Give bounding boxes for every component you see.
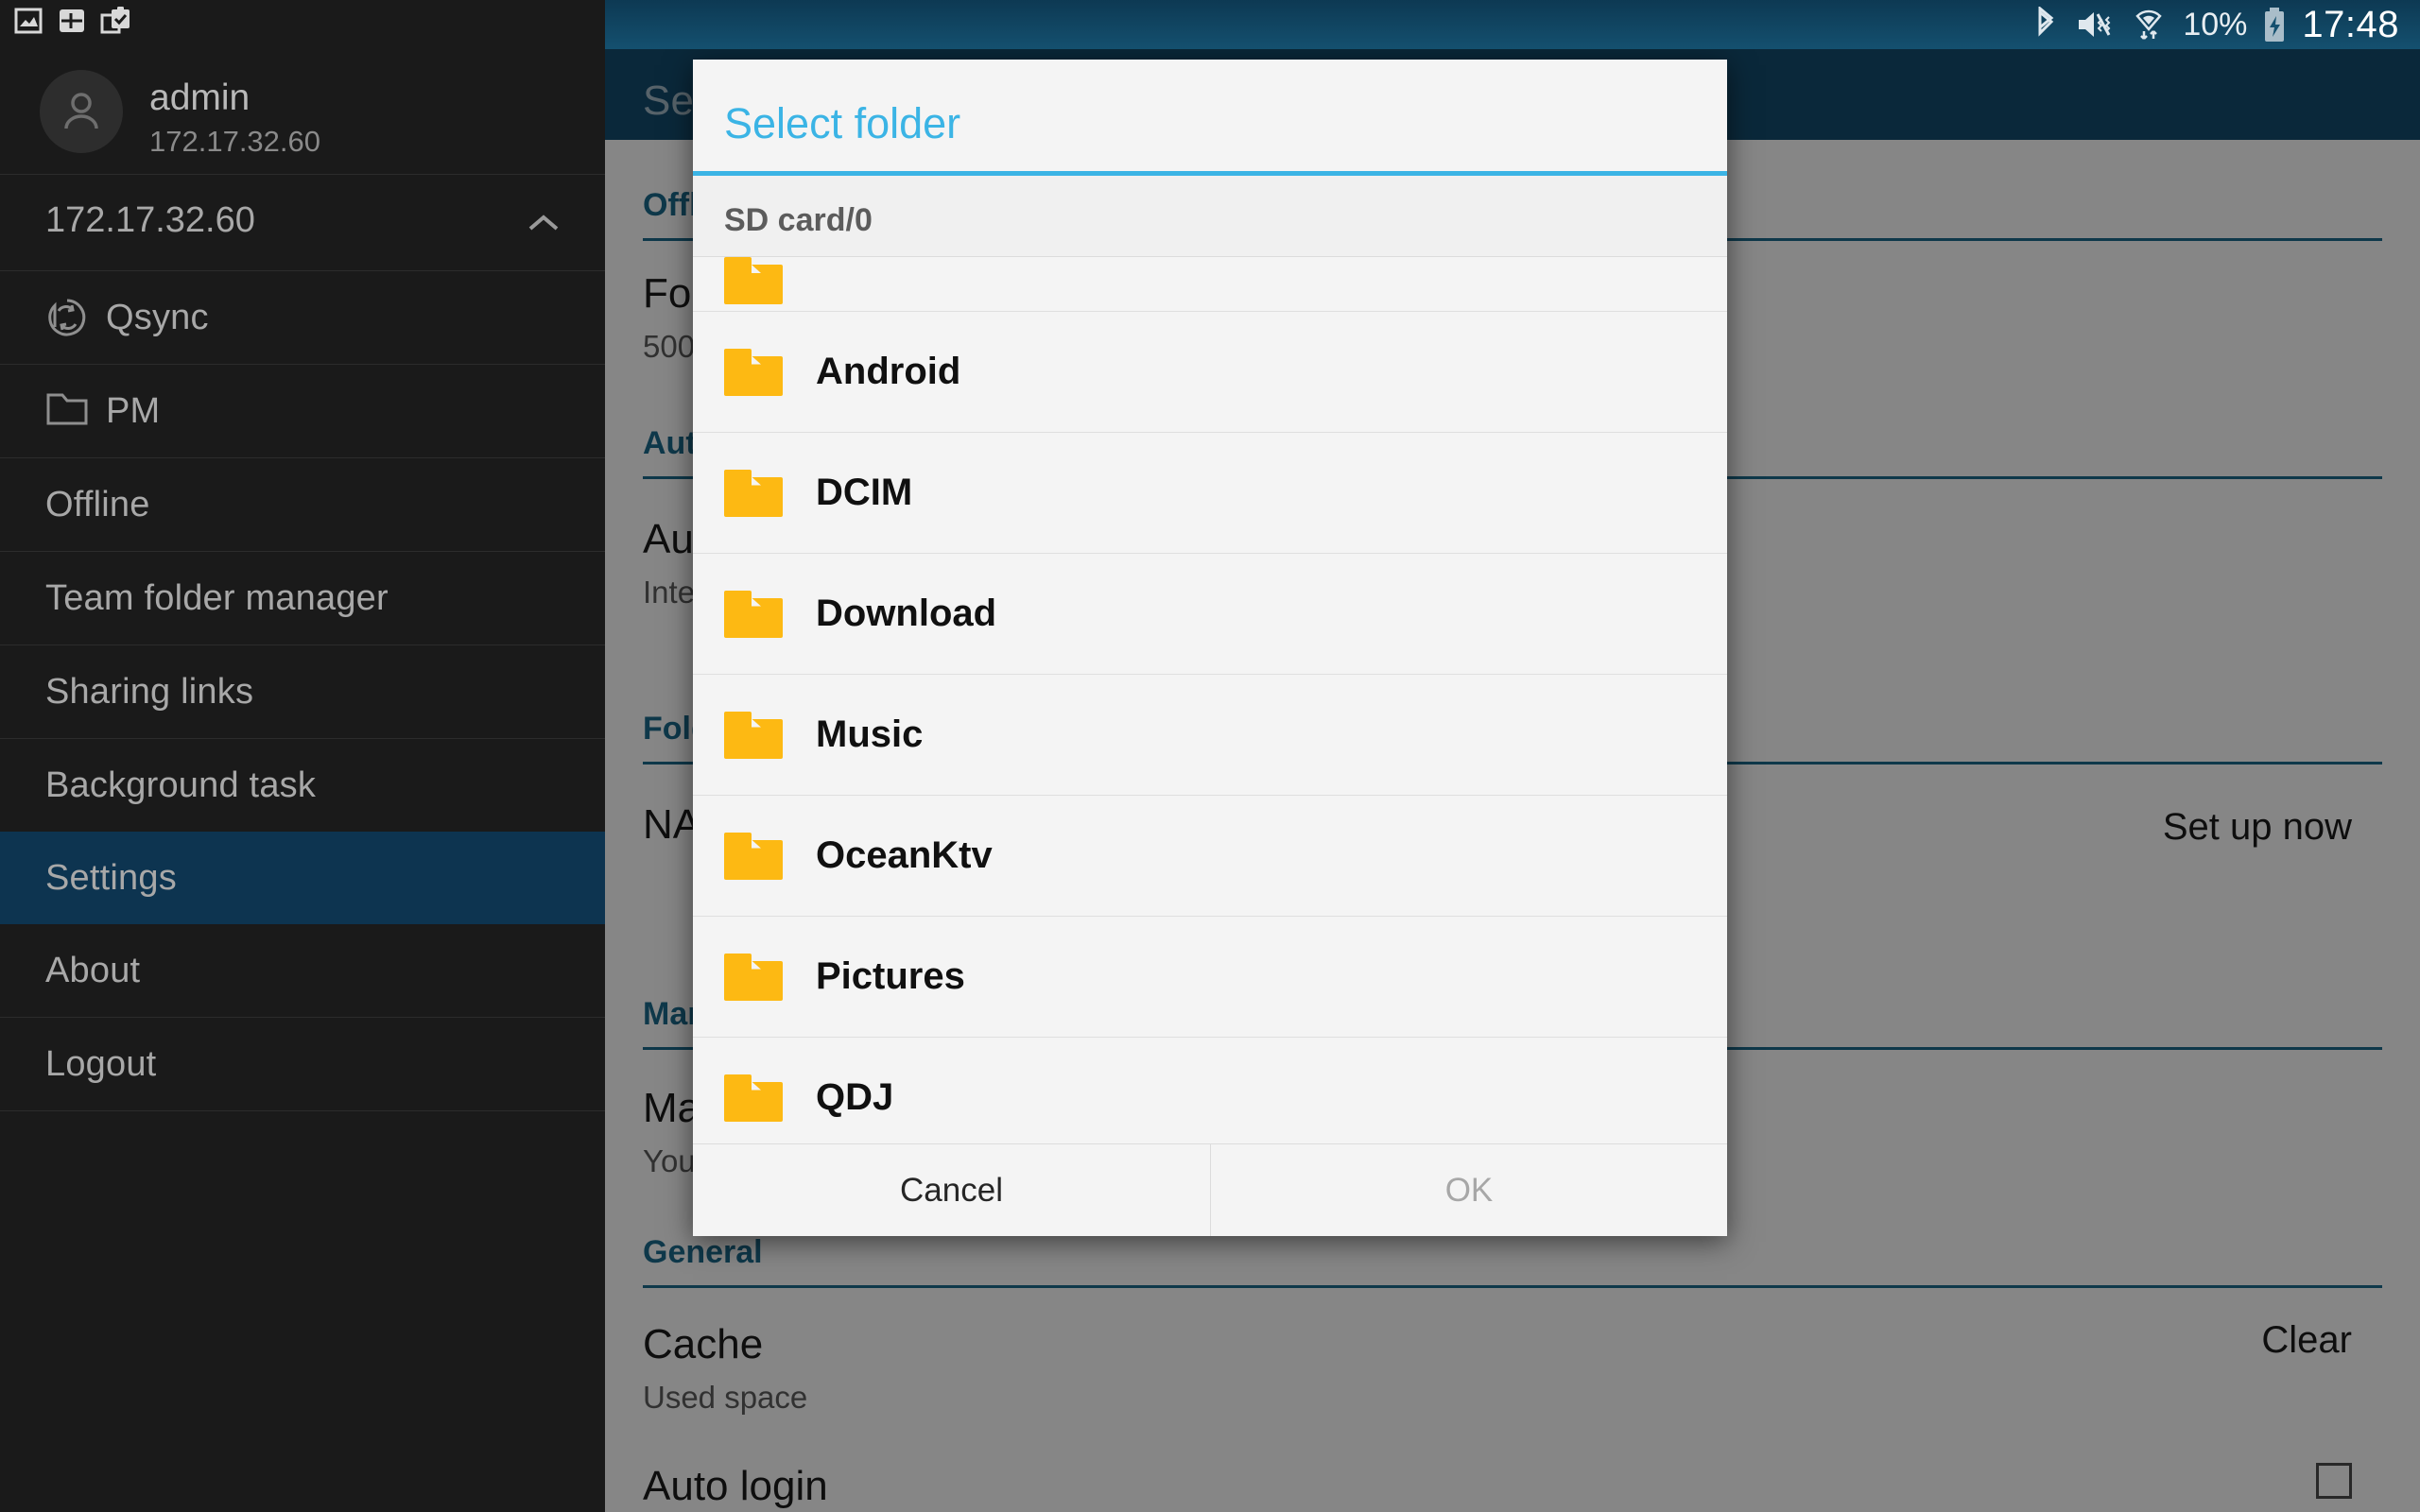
sidebar-item-label: Background task [45, 765, 317, 805]
clock-label: 17:48 [2302, 3, 2399, 45]
sidebar-item-label: Offline [45, 484, 150, 524]
folder-icon [724, 953, 783, 1001]
sidebar-item-background-task[interactable]: Background task [0, 739, 605, 832]
battery-percent-label: 10% [2183, 6, 2248, 43]
list-item[interactable]: DCIM [693, 433, 1727, 554]
folder-name: OceanKtv [816, 834, 993, 876]
sidebar-item-label: Settings [45, 857, 177, 898]
sidebar-item-settings[interactable]: Settings [0, 832, 605, 924]
folder-icon [724, 1074, 783, 1122]
list-item[interactable]: QDJ [693, 1038, 1727, 1143]
divider [0, 1110, 605, 1111]
list-item[interactable]: Download [693, 554, 1727, 675]
folder-name: QDJ [816, 1076, 894, 1118]
profile-header[interactable]: admin 172.17.32.60 [0, 49, 605, 174]
screenshot-image-icon [13, 6, 43, 36]
screen-root: Settings Offline Folder 500 MB Auto phot… [0, 0, 2420, 1512]
sidebar-item-host-group[interactable]: 172.17.32.60 [0, 178, 605, 270]
bluetooth-icon [2033, 7, 2058, 43]
sidebar-item-label: Qsync [106, 297, 209, 337]
folder-outline-icon [45, 389, 89, 433]
sidebar-item-about[interactable]: About [0, 924, 605, 1017]
select-folder-dialog: Select folder SD card/0 Android DCIM Dow… [693, 60, 1727, 1236]
sidebar-item-offline[interactable]: Offline [0, 458, 605, 551]
list-item[interactable] [693, 257, 1727, 312]
profile-username: admin [149, 77, 251, 118]
divider [0, 174, 605, 175]
sidebar-item-label: PM [106, 390, 161, 431]
sidebar-item-qsync[interactable]: Qsync [0, 271, 605, 364]
folder-list[interactable]: Android DCIM Download Music OceanKtv Pic… [693, 256, 1727, 1143]
folder-name: Android [816, 351, 961, 392]
folder-icon [724, 348, 783, 396]
dialog-header: Select folder [693, 60, 1727, 171]
dialog-title: Select folder [724, 99, 961, 147]
folder-icon [724, 590, 783, 638]
ok-button[interactable]: OK [1210, 1144, 1727, 1236]
folder-name: Music [816, 713, 924, 755]
list-item[interactable]: OceanKtv [693, 796, 1727, 917]
list-item[interactable]: Pictures [693, 917, 1727, 1038]
grid-plus-icon [57, 6, 87, 36]
folder-icon [724, 711, 783, 759]
clipboard-check-icon [100, 6, 132, 36]
volume-mute-vibrate-icon [2073, 9, 2115, 41]
folder-name: Pictures [816, 955, 965, 997]
dialog-current-path: SD card/0 [693, 176, 1727, 256]
chevron-up-icon[interactable] [527, 214, 560, 232]
sidebar-item-label: About [45, 950, 141, 990]
sidebar-item-team-folder-manager[interactable]: Team folder manager [0, 552, 605, 644]
cancel-button[interactable]: Cancel [693, 1144, 1210, 1236]
folder-name: Download [816, 593, 997, 634]
folder-name: DCIM [816, 472, 913, 513]
profile-host: 172.17.32.60 [149, 125, 321, 158]
sidebar-item-sharing-links[interactable]: Sharing links [0, 645, 605, 738]
list-item[interactable]: Music [693, 675, 1727, 796]
list-item[interactable]: Android [693, 312, 1727, 433]
sync-refresh-icon [45, 296, 89, 339]
sidebar-item-logout[interactable]: Logout [0, 1018, 605, 1110]
avatar [40, 70, 123, 153]
sidebar-item-label: Logout [45, 1043, 157, 1084]
sidebar-item-pm[interactable]: PM [0, 365, 605, 457]
status-bar: 10% 17:48 [605, 0, 2420, 49]
folder-icon [724, 832, 783, 880]
host-group-label: 172.17.32.60 [45, 200, 255, 240]
dialog-button-bar: Cancel OK [693, 1143, 1727, 1236]
battery-charging-icon [2262, 6, 2287, 43]
folder-icon [724, 469, 783, 517]
folder-icon [724, 257, 783, 304]
sidebar-item-label: Team folder manager [45, 577, 389, 618]
navigation-drawer: admin 172.17.32.60 172.17.32.60 Qsync PM… [0, 0, 605, 1512]
current-path-label: SD card/0 [724, 202, 873, 238]
sidebar-item-label: Sharing links [45, 671, 254, 712]
wifi-data-transfer-icon [2130, 7, 2168, 43]
notification-icons [13, 6, 132, 36]
